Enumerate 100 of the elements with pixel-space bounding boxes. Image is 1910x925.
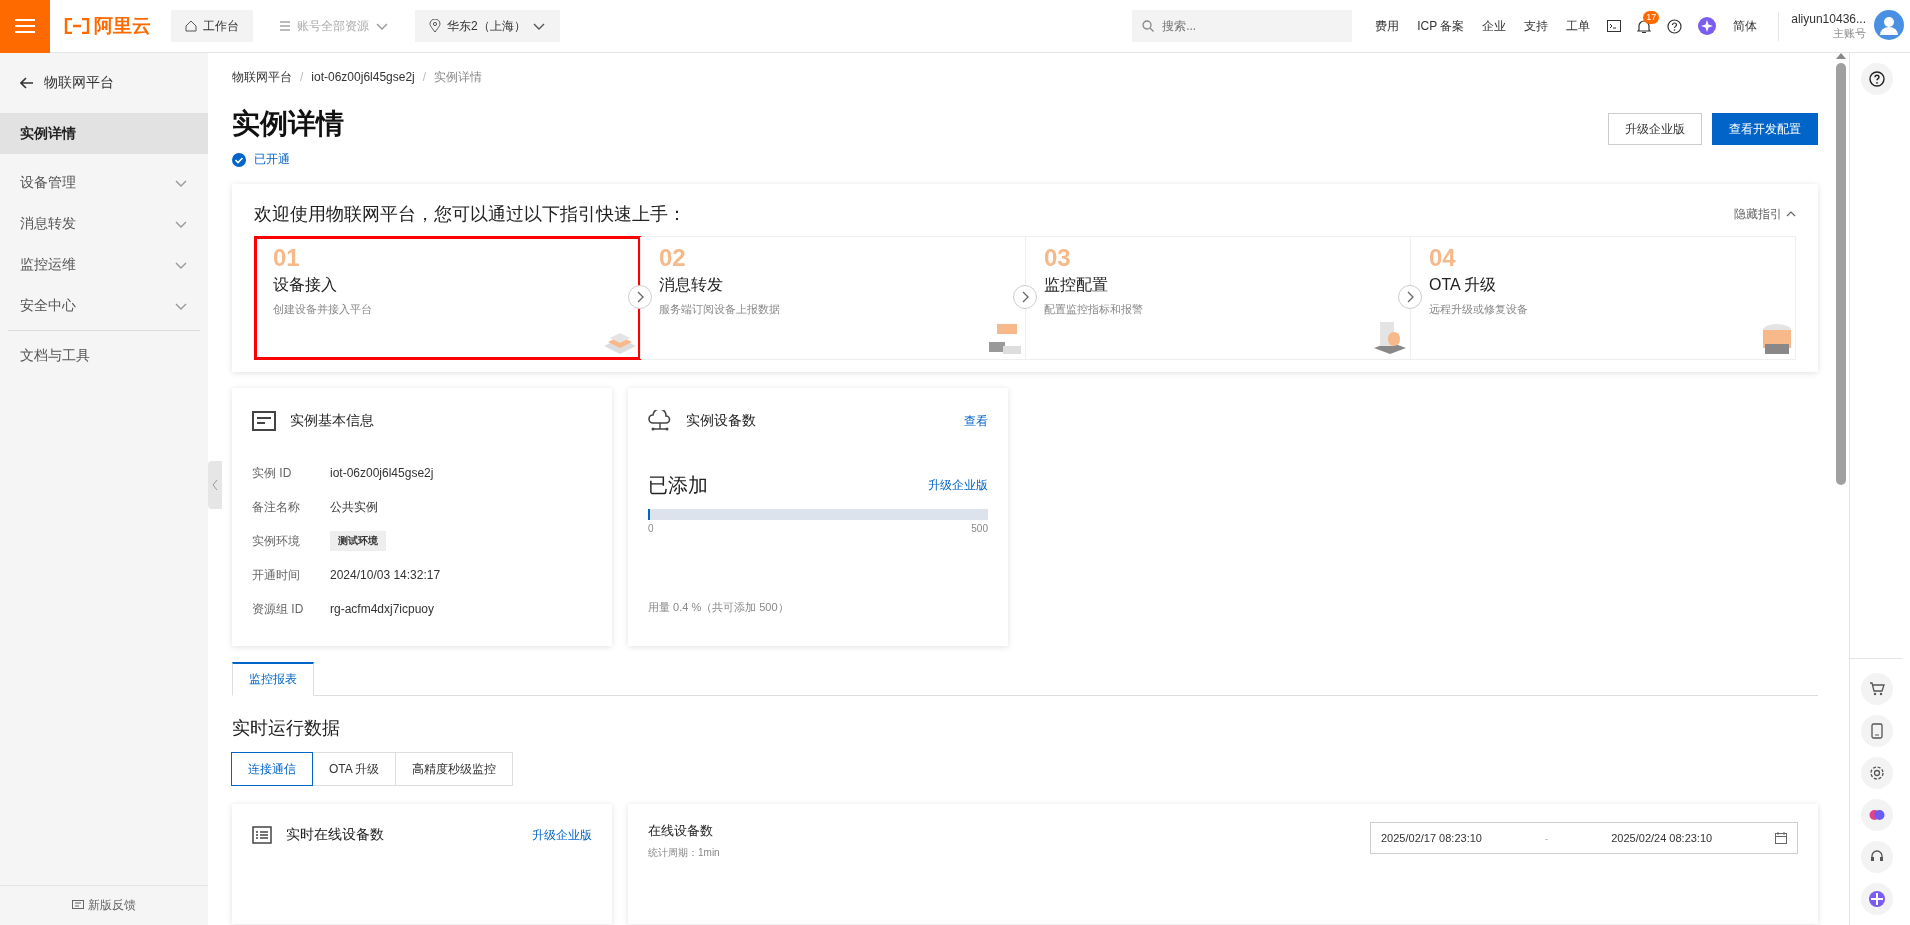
breadcrumb-link[interactable]: 物联网平台 bbox=[232, 68, 292, 86]
menu-button[interactable] bbox=[0, 0, 50, 53]
account-name[interactable]: aliyun10436... bbox=[1791, 11, 1866, 26]
axis-min: 0 bbox=[648, 523, 654, 534]
field-label: 资源组 ID bbox=[252, 600, 305, 618]
chevron-up-icon bbox=[1786, 210, 1796, 218]
collapse-handle-icon[interactable] bbox=[208, 461, 222, 509]
status-text: 已开通 bbox=[254, 151, 290, 168]
guide-step-card[interactable]: 01 设备接入 创建设备并接入平台 bbox=[255, 237, 640, 359]
card-title: 实例设备数 bbox=[686, 412, 756, 430]
breadcrumb-current: 实例详情 bbox=[434, 68, 483, 86]
field-label: 实例 ID bbox=[252, 464, 293, 482]
illustration-icon bbox=[989, 324, 1021, 354]
view-link[interactable]: 查看 bbox=[964, 412, 988, 430]
page-title: 实例详情 bbox=[232, 107, 344, 141]
card-title: 实时在线设备数 bbox=[286, 826, 384, 844]
nav-link[interactable]: 费用 bbox=[1375, 17, 1400, 35]
cart-icon[interactable] bbox=[1868, 681, 1885, 697]
step-title: 消息转发 bbox=[659, 275, 724, 295]
step-number: 04 bbox=[1429, 245, 1456, 271]
sidebar-item[interactable]: 监控运维 bbox=[0, 244, 208, 285]
avatar-icon[interactable] bbox=[1874, 9, 1904, 40]
calendar-icon bbox=[1775, 832, 1787, 844]
card-title: 实例基本信息 bbox=[290, 412, 374, 430]
logo-text: 阿里云 bbox=[94, 14, 151, 38]
date-range-field[interactable]: 2025/02/17 08:23:10 - 2025/02/24 08:23:10 bbox=[1370, 822, 1798, 854]
menu-icon bbox=[15, 18, 35, 34]
step-description: 服务端订阅设备上报数据 bbox=[659, 302, 781, 317]
step-description: 远程升级或修复设备 bbox=[1429, 302, 1529, 317]
primary-button[interactable]: 查看开发配置 bbox=[1712, 113, 1818, 145]
field-value: 2024/10/03 14:32:17 bbox=[330, 568, 441, 582]
terminal-icon[interactable] bbox=[1607, 20, 1622, 32]
nav-link[interactable]: ICP 备案 bbox=[1417, 17, 1465, 35]
search-icon bbox=[1142, 20, 1155, 32]
section-title: 实时运行数据 bbox=[232, 717, 341, 740]
phone-icon[interactable] bbox=[1868, 723, 1885, 739]
field-label: 开通时间 bbox=[252, 566, 301, 584]
step-description: 配置监控指标和报警 bbox=[1044, 302, 1144, 317]
settings-icon[interactable] bbox=[1868, 765, 1885, 781]
segment-tab[interactable]: 高精度秒级监控 bbox=[395, 752, 514, 786]
step-description: 创建设备并接入平台 bbox=[273, 302, 373, 317]
list-icon bbox=[252, 826, 272, 844]
feedback-link[interactable]: 新版反馈 bbox=[0, 885, 208, 925]
resource-icon bbox=[279, 20, 291, 32]
nav-link[interactable]: 企业 bbox=[1482, 17, 1507, 35]
sidebar-item[interactable]: 消息转发 bbox=[0, 203, 208, 244]
logo-icon bbox=[64, 18, 90, 34]
segment-tab[interactable]: 连接通信 bbox=[231, 752, 313, 786]
cloud-device-icon bbox=[648, 410, 672, 432]
location-icon bbox=[429, 19, 441, 33]
home-icon bbox=[185, 20, 197, 32]
illustration-icon bbox=[1763, 324, 1791, 354]
axis-max: 500 bbox=[971, 523, 988, 534]
upgrade-link[interactable]: 升级企业版 bbox=[532, 826, 592, 844]
notification-badge: 17 bbox=[1643, 10, 1660, 24]
region-dropdown[interactable]: 华东2（上海） bbox=[415, 10, 560, 42]
language-link[interactable]: 简体 bbox=[1733, 17, 1758, 35]
help-icon[interactable] bbox=[1667, 18, 1683, 34]
usage-text: 用量 0.4 %（共可添加 500） bbox=[648, 600, 790, 615]
breadcrumb-separator: / bbox=[422, 70, 427, 84]
search-field[interactable]: 搜索... bbox=[1132, 10, 1353, 42]
step-number: 02 bbox=[659, 245, 686, 271]
back-arrow-icon bbox=[20, 77, 34, 89]
back-link[interactable]: 物联网平台 bbox=[0, 53, 208, 113]
added-label: 已添加 bbox=[648, 473, 708, 498]
step-number: 01 bbox=[273, 245, 300, 271]
field-label: 备注名称 bbox=[252, 498, 301, 516]
breadcrumb-link[interactable]: iot-06z00j6l45gse2j bbox=[311, 70, 415, 84]
sidebar-item[interactable]: 文档与工具 bbox=[0, 335, 208, 376]
sidebar-item[interactable]: 安全中心 bbox=[0, 285, 208, 326]
breadcrumb-separator: / bbox=[300, 70, 304, 84]
secondary-button[interactable]: 升级企业版 bbox=[1608, 113, 1702, 145]
guide-title: 欢迎使用物联网平台，您可以通过以下指引快速上手： bbox=[254, 203, 686, 226]
period-text: 统计周期：1min bbox=[648, 846, 720, 860]
illustration-icon bbox=[1374, 322, 1406, 354]
sidebar-item[interactable]: 设备管理 bbox=[0, 162, 208, 203]
field-value: rg-acfm4dxj7icpuoy bbox=[330, 602, 435, 616]
help-icon[interactable] bbox=[1868, 71, 1885, 87]
step-number: 03 bbox=[1044, 245, 1071, 271]
step-title: 设备接入 bbox=[273, 275, 338, 295]
step-title: OTA 升级 bbox=[1429, 275, 1498, 295]
check-circle-icon bbox=[232, 152, 246, 167]
sidebar-item[interactable]: 实例详情 bbox=[0, 113, 208, 154]
nav-link[interactable]: 支持 bbox=[1524, 17, 1549, 35]
step-title: 监控配置 bbox=[1044, 275, 1109, 295]
nav-link[interactable]: 工单 bbox=[1566, 17, 1591, 35]
chart-title: 在线设备数 bbox=[648, 822, 714, 840]
workbench-button[interactable]: 工作台 bbox=[171, 10, 253, 42]
hide-guide-link[interactable]: 隐藏指引 bbox=[1734, 205, 1796, 223]
upgrade-link[interactable]: 升级企业版 bbox=[928, 477, 988, 494]
segment-tab[interactable]: OTA 升级 bbox=[312, 752, 397, 786]
document-icon bbox=[252, 411, 276, 431]
account-role: 主账号 bbox=[1833, 26, 1866, 41]
feedback-icon bbox=[72, 900, 84, 911]
scrollbar-thumb[interactable] bbox=[1836, 63, 1846, 485]
report-tab[interactable]: 监控报表 bbox=[232, 662, 314, 696]
field-label: 实例环境 bbox=[252, 532, 301, 550]
bell-icon[interactable] bbox=[1637, 18, 1652, 34]
environment-tag: 测试环境 bbox=[330, 531, 386, 551]
field-value: 公共实例 bbox=[330, 498, 378, 516]
